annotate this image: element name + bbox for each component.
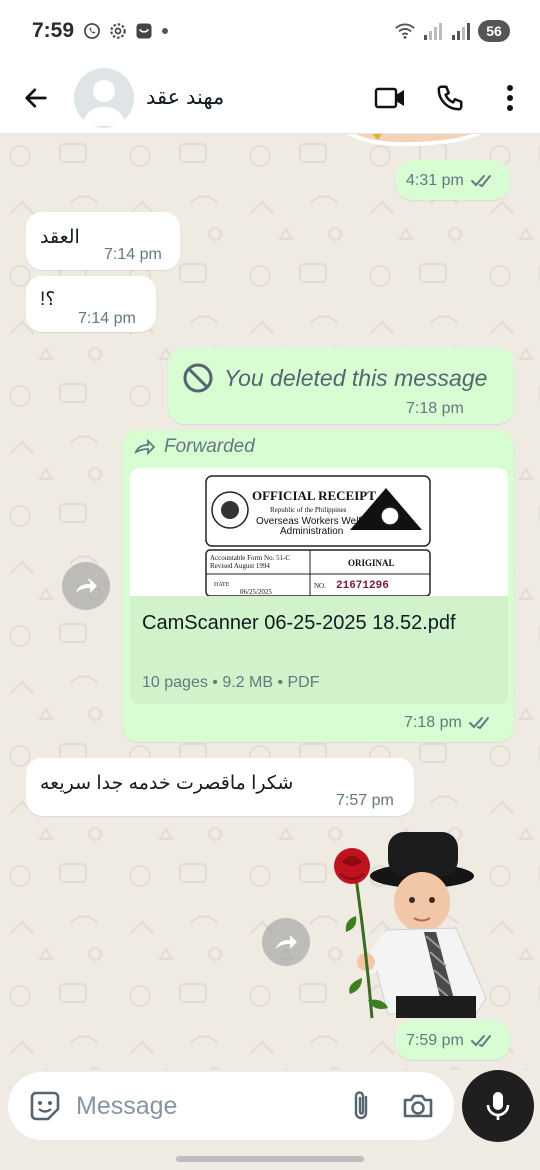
deleted-message-text: You deleted this message <box>224 364 488 391</box>
message-outgoing[interactable]: 4:31 pm <box>396 160 510 200</box>
video-camera-icon <box>374 87 404 108</box>
paperclip-icon <box>354 1091 368 1120</box>
message-time: 7:18 pm <box>406 400 464 417</box>
receipt-date-value: 06/25/2025 <box>240 588 272 596</box>
message-text: ؟! <box>40 289 56 310</box>
attach-button[interactable] <box>342 1086 382 1126</box>
default-avatar-icon <box>82 79 126 126</box>
arrow-left-icon <box>25 87 47 108</box>
message-outgoing[interactable]: 7:59 pm <box>396 1020 510 1060</box>
receipt-no-label: NO. <box>314 582 326 590</box>
forward-button[interactable] <box>62 562 110 610</box>
settings-notification-icon <box>110 23 126 39</box>
message-incoming[interactable]: العقد 7:14 pm <box>26 212 180 270</box>
message-time: 4:31 pm <box>406 172 464 189</box>
voice-message-button[interactable] <box>462 1070 534 1142</box>
more-options-button[interactable] <box>494 82 526 114</box>
signal-icon-1 <box>424 23 442 40</box>
sticker-boy-with-rose[interactable] <box>326 828 502 1024</box>
notification-dot-icon <box>162 28 169 34</box>
contact-name[interactable]: مهند عقد <box>146 85 224 110</box>
message-incoming[interactable]: شكرا ماقصرت خدمه جدا سريعه 7:57 pm <box>26 758 414 816</box>
chat-header: مهند عقد <box>0 62 540 134</box>
read-ticks-icon <box>468 717 489 730</box>
receipt-date-label: DATE <box>214 582 230 588</box>
wifi-icon <box>395 23 415 39</box>
receipt-title: OFFICIAL RECEIPT <box>252 488 376 503</box>
receipt-original: ORIGINAL <box>348 558 395 568</box>
document-info: 10 pages • 9.2 MB • PDF <box>142 674 320 691</box>
receipt-preview-image: OFFICIAL RECEIPT Republic of the Philipp… <box>205 475 431 597</box>
message-input-bar[interactable] <box>8 1072 454 1140</box>
camera-icon <box>403 1094 433 1118</box>
document-preview[interactable]: OFFICIAL RECEIPT Republic of the Philipp… <box>130 468 508 597</box>
forward-icon <box>276 935 297 949</box>
message-input[interactable] <box>76 1091 316 1121</box>
read-ticks-icon <box>470 175 491 188</box>
camera-button[interactable] <box>398 1086 438 1126</box>
battery-indicator: 56 <box>478 20 510 42</box>
composer <box>0 1070 540 1170</box>
message-text: شكرا ماقصرت خدمه جدا سريعه <box>40 773 294 794</box>
chat-area[interactable]: 4:31 pm العقد 7:14 pm ؟! 7:14 pm You del… <box>0 134 540 1070</box>
message-time: 7:59 pm <box>406 1032 464 1049</box>
message-deleted[interactable]: You deleted this message 7:18 pm <box>168 348 514 424</box>
app-notification-icon <box>136 23 152 39</box>
read-ticks-icon <box>470 1035 491 1048</box>
status-time: 7:59 <box>32 19 75 42</box>
forward-icon <box>76 578 97 593</box>
receipt-number: 21671296 <box>336 580 389 592</box>
voice-call-button[interactable] <box>434 82 466 114</box>
sticker-partial[interactable] <box>336 134 496 150</box>
message-time: 7:14 pm <box>104 246 162 263</box>
home-indicator[interactable] <box>176 1156 364 1162</box>
avatar[interactable] <box>74 67 134 128</box>
status-bar: 7:59 56 <box>0 0 540 62</box>
message-text: العقد <box>40 227 80 248</box>
message-document[interactable]: Forwarded OFFICIAL RECEIPT Republic of t… <box>122 430 514 742</box>
video-call-button[interactable] <box>374 82 406 114</box>
receipt-form-number: Accountable Form No. 51-C <box>210 554 290 562</box>
receipt-revised: Revised August 1994 <box>210 562 270 570</box>
phone-icon <box>437 85 463 110</box>
document-card[interactable]: OFFICIAL RECEIPT Republic of the Philipp… <box>130 468 508 704</box>
microphone-icon <box>486 1092 510 1120</box>
back-button[interactable] <box>20 82 52 114</box>
document-name: CamScanner 06-25-2025 18.52.pdf <box>142 612 456 634</box>
sticker-emoji-icon[interactable] <box>28 1089 62 1123</box>
message-time: 7:18 pm <box>404 714 462 731</box>
forwarded-label: Forwarded <box>164 436 255 457</box>
receipt-subtitle3: Administration <box>280 526 343 537</box>
message-incoming[interactable]: ؟! 7:14 pm <box>26 276 156 332</box>
more-vertical-icon <box>507 84 513 111</box>
whatsapp-notification-icon <box>84 23 100 39</box>
receipt-subtitle1: Republic of the Philippines <box>270 506 347 514</box>
signal-icon-2 <box>452 23 470 40</box>
deleted-prohibited-icon <box>183 363 213 393</box>
forward-button[interactable] <box>262 918 310 966</box>
message-time: 7:14 pm <box>78 310 136 327</box>
message-time: 7:57 pm <box>336 792 394 809</box>
forwarded-icon <box>134 439 156 455</box>
